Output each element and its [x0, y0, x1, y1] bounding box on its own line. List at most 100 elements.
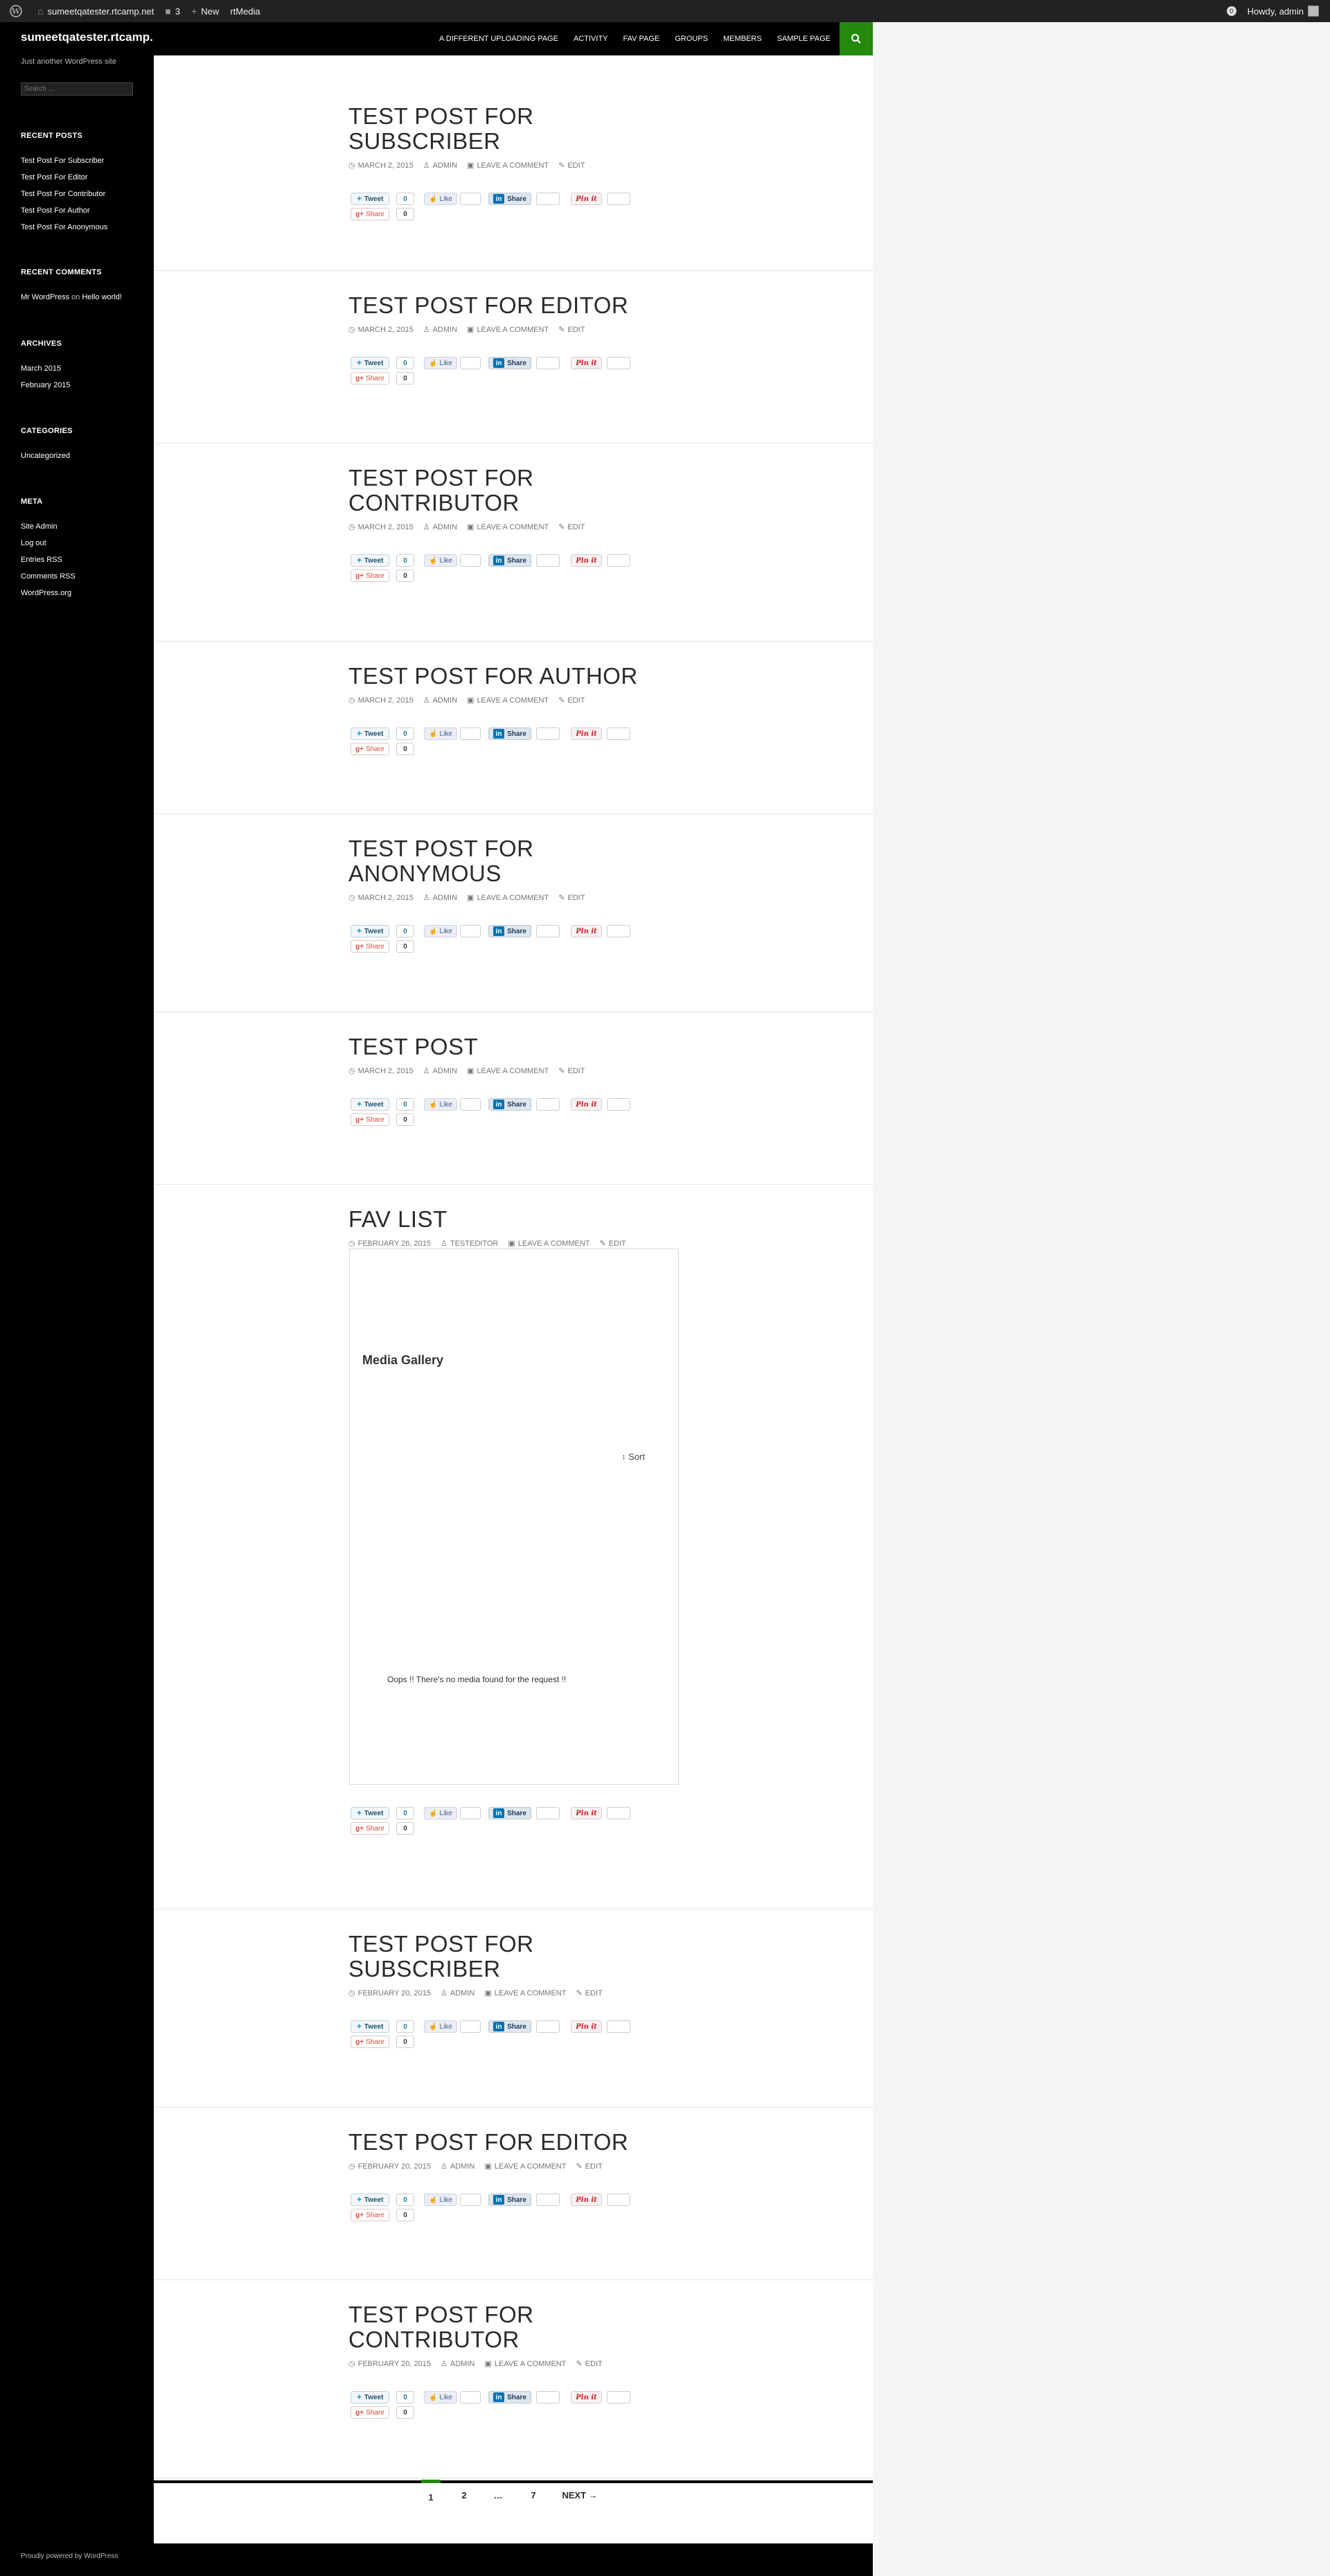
google-plus-share-button[interactable]: g+ Share [351, 1822, 389, 1835]
tweet-button[interactable]: ✦ Tweet [351, 925, 389, 937]
linkedin-share-button[interactable]: in Share [488, 1807, 531, 1819]
widget-link[interactable]: Comments RSS [21, 568, 145, 585]
tweet-button[interactable]: ✦ Tweet [351, 2391, 389, 2403]
pinterest-button[interactable]: Pin it [571, 1807, 602, 1819]
post-title[interactable]: TEST POST FOR SUBSCRIBER [348, 104, 681, 154]
facebook-like-button[interactable]: ☝ Like [424, 2020, 457, 2033]
date-link[interactable]: ◷ FEBRUARY 20, 2015 [348, 2162, 431, 2171]
nav-item[interactable]: ACTIVITY [566, 22, 616, 55]
google-plus-share-button[interactable]: g+ Share [351, 2406, 389, 2419]
facebook-like-button[interactable]: ☝ Like [424, 1098, 457, 1111]
google-plus-share-button[interactable]: g+ Share [351, 1113, 389, 1126]
wordpress-menu[interactable]: W [0, 0, 32, 22]
widget-link[interactable]: February 2015 [21, 377, 145, 394]
facebook-like-button[interactable]: ☝ Like [424, 925, 457, 937]
linkedin-share-button[interactable]: in Share [488, 1098, 531, 1111]
post-title[interactable]: TEST POST FOR EDITOR [348, 293, 681, 318]
author-link[interactable]: ♙ ADMIN [423, 696, 457, 705]
pinterest-button[interactable]: Pin it [571, 193, 602, 205]
widget-link[interactable]: Entries RSS [21, 552, 145, 568]
tweet-button[interactable]: ✦ Tweet [351, 727, 389, 740]
comments-link[interactable]: ▣ LEAVE A COMMENT [508, 1239, 589, 1249]
tweet-button[interactable]: ✦ Tweet [351, 1807, 389, 1819]
pinterest-button[interactable]: Pin it [571, 727, 602, 740]
linkedin-share-button[interactable]: in Share [488, 727, 531, 740]
tweet-button[interactable]: ✦ Tweet [351, 2194, 389, 2206]
widget-link[interactable]: WordPress.org [21, 585, 145, 601]
author-link[interactable]: ♙ ADMIN [423, 325, 457, 335]
next-page-link[interactable]: NEXT → [556, 2483, 604, 2511]
nav-item[interactable]: FAV PAGE [615, 22, 667, 55]
date-link[interactable]: ◷ FEBRUARY 20, 2015 [348, 1988, 431, 1998]
pinterest-button[interactable]: Pin it [571, 2020, 602, 2033]
comments-menu[interactable]: ■ 3 [159, 0, 186, 22]
google-plus-share-button[interactable]: g+ Share [351, 372, 389, 385]
tweet-button[interactable]: ✦ Tweet [351, 357, 389, 369]
linkedin-share-button[interactable]: in Share [488, 2194, 531, 2206]
comment-author-link[interactable]: Mr WordPress [21, 293, 69, 301]
date-link[interactable]: ◷ MARCH 2, 2015 [348, 522, 414, 532]
widget-link[interactable]: Site Admin [21, 518, 145, 535]
comments-link[interactable]: ▣ LEAVE A COMMENT [467, 325, 549, 335]
edit-link[interactable]: ✎ EDIT [576, 2162, 602, 2171]
comments-link[interactable]: ▣ LEAVE A COMMENT [467, 522, 549, 532]
author-link[interactable]: ♙ ADMIN [441, 1988, 475, 1998]
comments-link[interactable]: ▣ LEAVE A COMMENT [467, 1066, 549, 1076]
edit-link[interactable]: ✎ EDIT [558, 696, 585, 705]
facebook-like-button[interactable]: ☝ Like [424, 1807, 457, 1819]
widget-link[interactable]: Test Post For Editor [21, 169, 145, 186]
google-plus-share-button[interactable]: g+ Share [351, 940, 389, 953]
author-link[interactable]: ♙ ADMIN [423, 161, 457, 170]
pinterest-button[interactable]: Pin it [571, 2194, 602, 2206]
author-link[interactable]: ♙ ADMIN [441, 2162, 475, 2171]
post-title[interactable]: TEST POST FOR CONTRIBUTOR [348, 2302, 681, 2352]
footer-credit[interactable]: Proudly powered by WordPress [21, 2552, 118, 2560]
pinterest-button[interactable]: Pin it [571, 1098, 602, 1111]
widget-link[interactable]: Test Post For Subscriber [21, 152, 145, 169]
widget-link[interactable]: Log out [21, 535, 145, 552]
edit-link[interactable]: ✎ EDIT [558, 161, 585, 170]
edit-link[interactable]: ✎ EDIT [558, 893, 585, 903]
comment-post-link[interactable]: Hello world! [82, 293, 121, 301]
widget-link[interactable]: Uncategorized [21, 448, 145, 464]
date-link[interactable]: ◷ FEBRUARY 20, 2015 [348, 2359, 431, 2369]
nav-item[interactable]: A DIFFERENT UPLOADING PAGE [432, 22, 566, 55]
sidebar-search-input[interactable] [21, 82, 133, 96]
edit-link[interactable]: ✎ EDIT [599, 1239, 626, 1249]
tweet-button[interactable]: ✦ Tweet [351, 193, 389, 205]
author-link[interactable]: ♙ TESTEDITOR [441, 1239, 498, 1249]
tweet-button[interactable]: ✦ Tweet [351, 2020, 389, 2033]
linkedin-share-button[interactable]: in Share [488, 357, 531, 369]
page-link[interactable]: 7 [524, 2483, 543, 2511]
date-link[interactable]: ◷ MARCH 2, 2015 [348, 1066, 414, 1076]
notification-icon[interactable]: 0 [1221, 0, 1242, 22]
comments-link[interactable]: ▣ LEAVE A COMMENT [467, 696, 549, 705]
edit-link[interactable]: ✎ EDIT [558, 1066, 585, 1076]
date-link[interactable]: ◷ FEBRUARY 26, 2015 [348, 1239, 431, 1249]
date-link[interactable]: ◷ MARCH 2, 2015 [348, 893, 414, 903]
tweet-button[interactable]: ✦ Tweet [351, 1098, 389, 1111]
google-plus-share-button[interactable]: g+ Share [351, 570, 389, 582]
google-plus-share-button[interactable]: g+ Share [351, 2036, 389, 2048]
facebook-like-button[interactable]: ☝ Like [424, 727, 457, 740]
google-plus-share-button[interactable]: g+ Share [351, 2209, 389, 2221]
post-title[interactable]: TEST POST FOR ANONYMOUS [348, 836, 681, 886]
linkedin-share-button[interactable]: in Share [488, 554, 531, 567]
comments-link[interactable]: ▣ LEAVE A COMMENT [467, 893, 549, 903]
pinterest-button[interactable]: Pin it [571, 2391, 602, 2403]
nav-item[interactable]: SAMPLE PAGE [770, 22, 838, 55]
post-title[interactable]: TEST POST FOR CONTRIBUTOR [348, 466, 681, 515]
author-link[interactable]: ♙ ADMIN [423, 522, 457, 532]
pinterest-button[interactable]: Pin it [571, 357, 602, 369]
comments-link[interactable]: ▣ LEAVE A COMMENT [467, 161, 549, 170]
rtmedia-menu[interactable]: rtMedia [224, 0, 265, 22]
tweet-button[interactable]: ✦ Tweet [351, 554, 389, 567]
nav-item[interactable]: MEMBERS [716, 22, 770, 55]
edit-link[interactable]: ✎ EDIT [558, 325, 585, 335]
my-account-menu[interactable]: Howdy, admin [1242, 0, 1330, 22]
new-content-menu[interactable]: + New [186, 0, 224, 22]
site-title[interactable]: sumeetqatester.rtcamp.net [21, 30, 170, 44]
edit-link[interactable]: ✎ EDIT [576, 1988, 602, 1998]
google-plus-share-button[interactable]: g+ Share [351, 743, 389, 755]
widget-link[interactable]: Test Post For Author [21, 202, 145, 219]
